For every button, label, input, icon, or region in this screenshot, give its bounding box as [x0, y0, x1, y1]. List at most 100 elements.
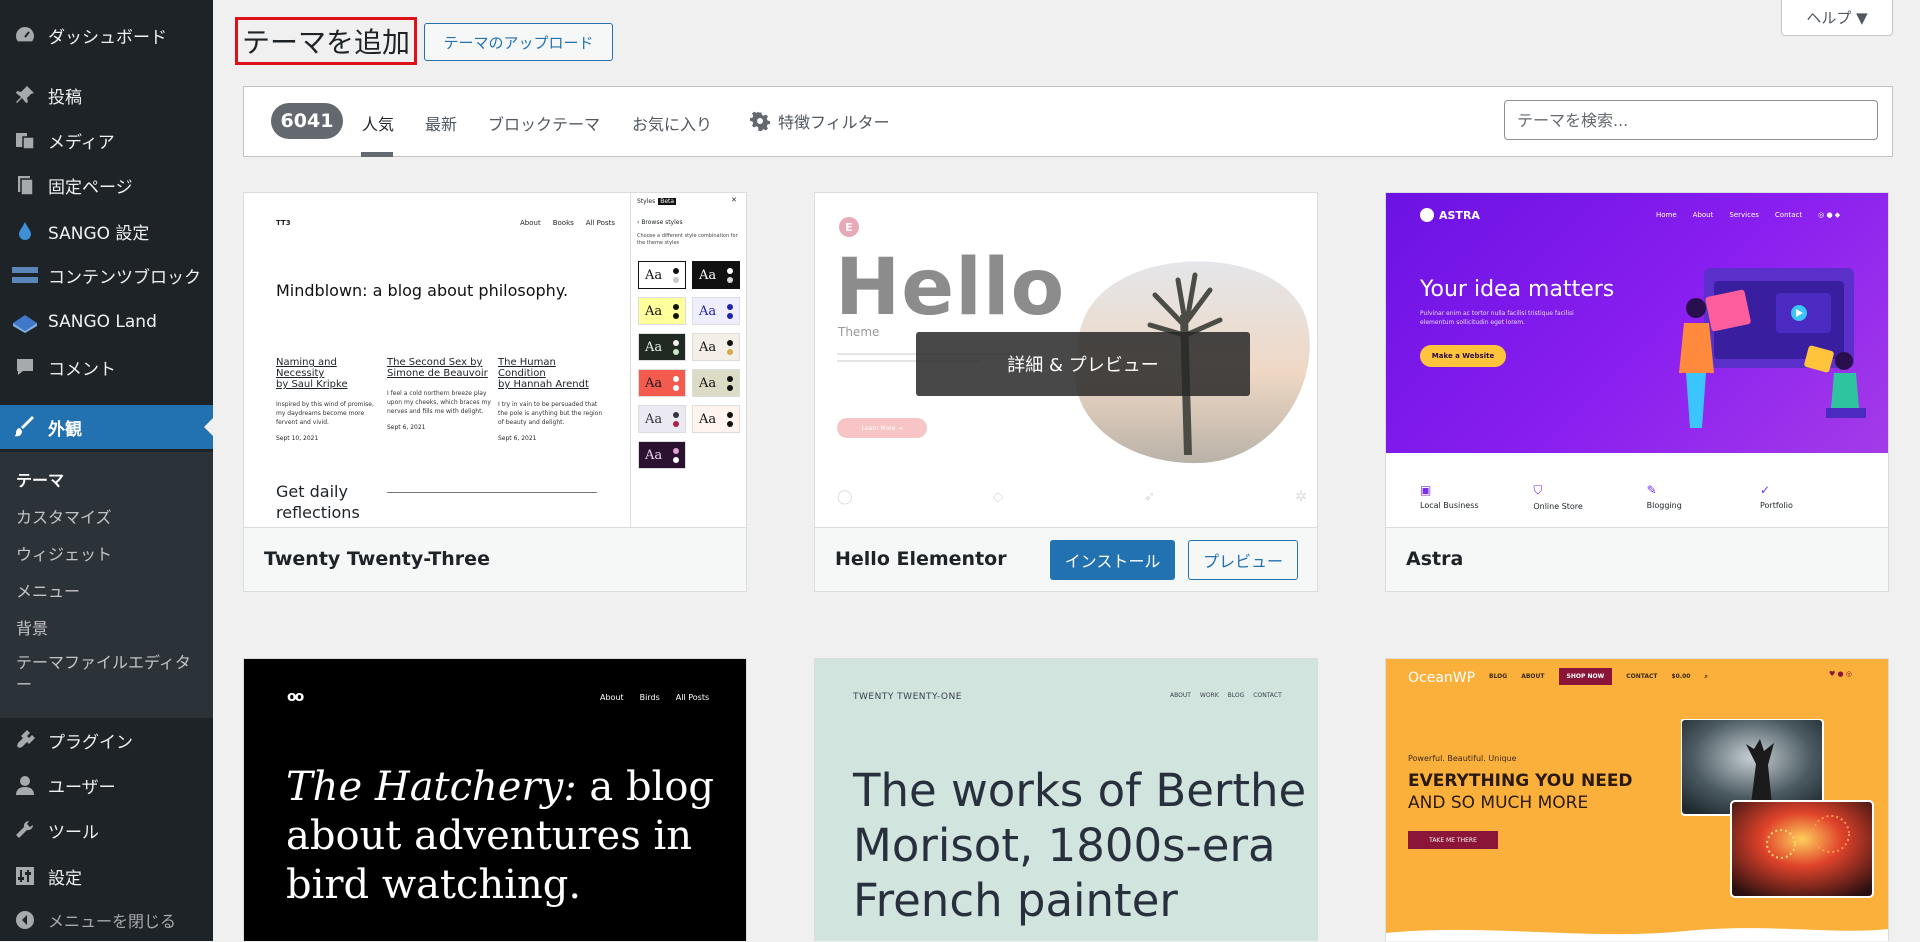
tab-latest[interactable]: 最新	[425, 111, 457, 135]
theme-card-twenty-twenty-two[interactable]: oo About Birds All Posts The Hatchery: a…	[243, 658, 747, 941]
astra-cta-button: Make a Website	[1420, 345, 1506, 367]
preview-post-body: I feel a cold northern breeze play	[387, 390, 487, 397]
submenu-menus[interactable]: メニュー	[16, 578, 80, 602]
oceanwp-heading-1: EVERYTHING YOU NEED	[1408, 771, 1633, 791]
user-icon	[12, 772, 38, 798]
astra-nav: Home About Services Contact ◎ ● ◆	[1656, 211, 1840, 219]
preview-nav-item: CONTACT	[1253, 692, 1282, 699]
theme-screenshot[interactable]: OceanWP BLOG ABOUT SHOP NOW CONTACT $0.0…	[1386, 659, 1888, 941]
pin-icon	[12, 82, 38, 108]
submenu-background[interactable]: 背景	[16, 615, 48, 639]
upload-theme-button[interactable]: テーマのアップロード	[424, 23, 613, 61]
preview-nav: About Books All Posts	[520, 219, 615, 227]
theme-screenshot[interactable]: oo About Birds All Posts The Hatchery: a…	[244, 659, 746, 941]
menu-comments[interactable]: コメント	[0, 345, 213, 389]
gear-icon	[750, 111, 770, 131]
theme-card-footer: Hello Elementor インストール プレビュー	[815, 527, 1317, 591]
preview-post: Naming and Necessity by Saul Kripke Insp…	[276, 357, 382, 442]
preview-daily-line: reflections	[276, 503, 360, 522]
menu-plugins[interactable]: プラグイン	[0, 718, 213, 762]
preview-daily-line: Get daily	[276, 482, 348, 501]
menu-settings[interactable]: 設定	[0, 854, 213, 898]
preview-button[interactable]: プレビュー	[1188, 540, 1298, 580]
browse-desc-line: the theme styles	[637, 240, 680, 246]
menu-posts[interactable]: 投稿	[0, 73, 213, 117]
menu-label: ツール	[48, 822, 99, 843]
install-button[interactable]: インストール	[1050, 540, 1175, 580]
feature-filter-button[interactable]: 特徴フィルター	[750, 109, 890, 133]
preview-post: The Second Sex by Simone de Beauvoir I f…	[387, 357, 493, 431]
wrench-icon	[12, 817, 38, 843]
submenu-widgets[interactable]: ウィジェット	[16, 541, 112, 565]
menu-label: 外観	[48, 419, 82, 440]
preview-post: The Human Condition by Hannah Arendt I t…	[498, 357, 604, 442]
tab-block-themes[interactable]: ブロックテーマ	[488, 111, 600, 135]
beta-badge: Beta	[658, 198, 677, 205]
theme-card-twenty-twenty-one[interactable]: TWENTY TWENTY-ONE ABOUT WORK BLOG CONTAC…	[814, 658, 1318, 941]
theme-search-input[interactable]	[1504, 100, 1878, 140]
close-icon: ✕	[731, 196, 737, 204]
media-icon	[12, 127, 38, 153]
theme-screenshot[interactable]: TWENTY TWENTY-ONE ABOUT WORK BLOG CONTAC…	[815, 659, 1317, 941]
browse-styles-label: Browse styles	[641, 219, 683, 226]
menu-tools[interactable]: ツール	[0, 808, 213, 852]
submenu-theme-editor[interactable]: テーマファイルエディタ ー	[16, 652, 191, 696]
check-badge-icon: ✓	[1759, 483, 1771, 497]
theme-card-footer: Twenty Twenty-Three	[244, 527, 746, 591]
preview-daily: Get daily reflections	[276, 481, 360, 523]
tab-popular[interactable]: 人気	[362, 111, 394, 135]
menu-users[interactable]: ユーザー	[0, 763, 213, 807]
submenu-themes[interactable]: テーマ	[16, 467, 64, 491]
menu-sango-land[interactable]: SANGO Land	[0, 300, 213, 344]
preview-post-title: by Saul Kripke	[276, 379, 348, 390]
tab-favorites[interactable]: お気に入り	[632, 111, 712, 135]
menu-media[interactable]: メディア	[0, 118, 213, 162]
preview-site-title: TWENTY TWENTY-ONE	[853, 692, 962, 702]
preview-post-date: Sept 6, 2021	[498, 435, 537, 442]
menu-label: 設定	[48, 868, 82, 889]
theme-card-footer: Astra	[1386, 527, 1888, 591]
submenu-customize[interactable]: カスタマイズ	[16, 504, 112, 528]
social-icons: ◎ ● ◆	[1818, 211, 1841, 219]
theme-card-hello-elementor[interactable]: E Hello Theme Learn More → ◯ ◇ ➶ ✲ 詳細 & プレビ…	[814, 192, 1318, 592]
theme-count-badge: 6041	[271, 103, 343, 139]
preview-nav-item: WORK	[1199, 692, 1219, 699]
help-tab-button[interactable]: ヘルプ ▼	[1781, 0, 1893, 36]
social-icons: ♥ ● ◎	[1829, 670, 1852, 678]
page-title-highlight: テーマを追加	[235, 17, 417, 65]
theme-name: Hello Elementor	[835, 548, 1007, 570]
building-icon: ▣	[1420, 483, 1432, 497]
style-swatch: Aa	[638, 405, 686, 433]
theme-screenshot[interactable]: ASTRA Home About Services Contact ◎ ● ◆ …	[1386, 193, 1888, 527]
theme-screenshot[interactable]: E Hello Theme Learn More → ◯ ◇ ➶ ✲ 詳細 & プレビ…	[815, 193, 1317, 527]
details-preview-overlay[interactable]: 詳細 & プレビュー	[916, 332, 1250, 396]
preview-post-title: Naming and Necessity	[276, 357, 337, 379]
theme-card-astra[interactable]: ASTRA Home About Services Contact ◎ ● ◆ …	[1385, 192, 1889, 592]
preview-post-body: upon my cheeks, which braces my	[387, 399, 491, 406]
style-swatch: Aa	[692, 261, 740, 289]
theme-screenshot[interactable]: TT3 About Books All Posts Mindblown: a b…	[244, 193, 746, 527]
preview-divider	[387, 492, 597, 493]
style-swatch: Aa	[692, 369, 740, 397]
menu-collapse[interactable]: メニューを閉じる	[0, 898, 213, 942]
menu-appearance[interactable]: 外観	[0, 405, 213, 449]
theme-card-twenty-twenty-three[interactable]: TT3 About Books All Posts Mindblown: a b…	[243, 192, 747, 592]
menu-sango-settings[interactable]: SANGO 設定	[0, 209, 213, 253]
page-title: テーマを追加	[241, 26, 410, 59]
preview-nav-item: BLOG	[1227, 692, 1245, 699]
preview-nav-item: Birds	[639, 693, 660, 702]
theme-card-oceanwp[interactable]: OceanWP BLOG ABOUT SHOP NOW CONTACT $0.0…	[1385, 658, 1889, 941]
menu-pages[interactable]: 固定ページ	[0, 163, 213, 207]
astra-nav-item: About	[1692, 211, 1714, 219]
menu-content-blocks[interactable]: コンテンツブロック	[0, 253, 213, 297]
astra-feature: ✎ Blogging	[1647, 483, 1747, 511]
menu-dashboard[interactable]: ダッシュボード	[0, 13, 213, 57]
style-swatch: Aa	[638, 333, 686, 361]
appearance-submenu: テーマ カスタマイズ ウィジェット メニュー 背景 テーマファイルエディタ ー	[0, 452, 213, 718]
search-icon: ⌕	[1704, 672, 1708, 680]
preview-post-body: Inspired by this wind of promise,	[276, 401, 374, 408]
menu-label: ダッシュボード	[48, 27, 167, 48]
astra-nav-item: Services	[1729, 211, 1759, 219]
preview-headline-line: about adventures in	[286, 813, 692, 859]
oceanwp-concert-images	[1681, 719, 1874, 898]
